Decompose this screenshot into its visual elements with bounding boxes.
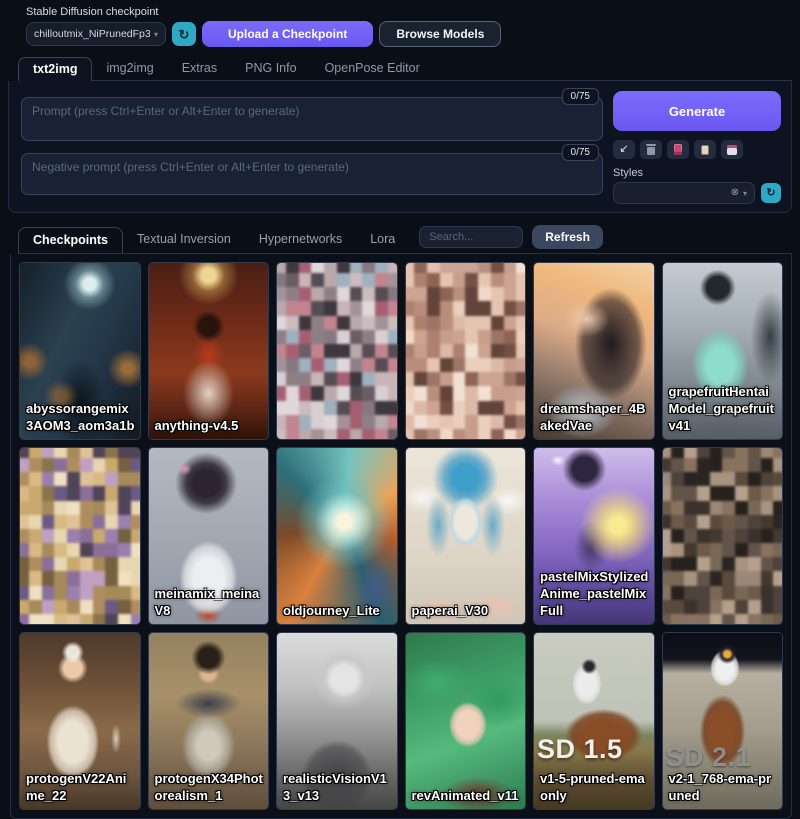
negative-prompt-token-counter: 0/75 — [562, 144, 599, 161]
network-tabs: CheckpointsTextual InversionHypernetwork… — [18, 227, 409, 252]
model-card-meinamix_meinaV8[interactable]: meinamix_meinaV8 — [148, 447, 270, 625]
model-card-name: realisticVisionV13_v13 — [283, 771, 393, 805]
model-card-name: anything-v4.5 — [155, 418, 265, 435]
checkpoint-dropdown[interactable]: chilloutmix_NiPrunedFp32Fix.safeter ▾ — [26, 22, 166, 46]
main-tabs: txt2imgimg2imgExtrasPNG InfoOpenPose Edi… — [18, 57, 792, 81]
model-card-name: meinamix_meinaV8 — [155, 586, 265, 620]
prompt-tool-buttons: ↙ — [613, 140, 781, 159]
tab-txt2img[interactable]: txt2img — [18, 57, 92, 81]
clear-selection-icon[interactable]: ⊗ — [731, 188, 739, 198]
floppy-save-icon — [727, 145, 737, 155]
paste-arrow-icon: ↙ — [619, 144, 628, 155]
refresh-icon: ↻ — [179, 28, 190, 41]
browse-models-button[interactable]: Browse Models — [379, 21, 501, 47]
model-card-blurred[interactable] — [19, 447, 141, 625]
model-card-name: revAnimated_v11 — [412, 788, 522, 805]
model-preview-image — [277, 448, 397, 624]
model-card-revAnimated_v11[interactable]: revAnimated_v11 — [405, 632, 527, 810]
checkpoints-panel: abyssorangemix3AOM3_aom3a1b anything-v4.5… — [10, 254, 792, 819]
prompt-token-counter: 0/75 — [562, 88, 599, 105]
model-preview-blurred-image — [662, 447, 784, 625]
checkpoint-header: Stable Diffusion checkpoint chilloutmix_… — [26, 6, 792, 47]
model-preview-image — [149, 263, 269, 439]
model-card-name: abyssorangemix3AOM3_aom3a1b — [26, 401, 136, 435]
apply-style-clipboard-button[interactable] — [694, 140, 716, 159]
tab-extras[interactable]: Extras — [168, 57, 231, 80]
model-card-v1-5-pruned-emaonly[interactable]: SD 1.5 v1-5-pruned-emaonly — [533, 632, 655, 810]
checkpoint-label: Stable Diffusion checkpoint — [26, 6, 792, 18]
model-card-name: pastelMixStylizedAnime_pastelMixFull — [540, 569, 650, 620]
tab-png-info[interactable]: PNG Info — [231, 57, 310, 80]
save-style-button[interactable] — [721, 140, 743, 159]
model-card-blurred[interactable] — [276, 262, 398, 440]
model-preview-blurred-image — [19, 447, 141, 625]
refresh-networks-button[interactable]: Refresh — [532, 225, 603, 249]
model-preview-blurred-image — [405, 262, 527, 440]
model-card-name: v2-1_768-ema-pruned — [669, 771, 779, 805]
tab-openpose-editor[interactable]: OpenPose Editor — [311, 57, 434, 80]
network-tab-lora[interactable]: Lora — [356, 227, 409, 252]
network-tab-hypernetworks[interactable]: Hypernetworks — [245, 227, 356, 252]
chevron-down-icon: ▾ — [154, 30, 158, 39]
checkpoint-value: chilloutmix_NiPrunedFp32Fix.safeter — [34, 28, 150, 40]
network-tab-checkpoints[interactable]: Checkpoints — [18, 227, 123, 253]
chevron-down-icon: ▾ — [743, 189, 747, 198]
refresh-checkpoints-button[interactable]: ↻ — [172, 22, 196, 46]
txt2img-panel: 0/75 0/75 Generate ↙ Styles ⊗ ▾ ↻ — [8, 81, 792, 213]
model-preview-blurred-image — [276, 262, 398, 440]
model-preview-image — [406, 633, 526, 809]
model-preview-image — [406, 448, 526, 624]
model-card-name: protogenV22Anime_22 — [26, 771, 136, 805]
refresh-styles-button[interactable]: ↻ — [761, 183, 781, 203]
model-card-oldjourney_Lite[interactable]: oldjourney_Lite — [276, 447, 398, 625]
refresh-icon: ↻ — [766, 188, 775, 199]
model-card-name: oldjourney_Lite — [283, 603, 393, 620]
model-card-blurred[interactable] — [405, 262, 527, 440]
network-tabs-row: CheckpointsTextual InversionHypernetwork… — [18, 225, 792, 254]
upload-checkpoint-button[interactable]: Upload a Checkpoint — [202, 21, 373, 47]
model-card-paperai_V30[interactable]: paperai_V30 — [405, 447, 527, 625]
extra-networks-card-icon — [674, 144, 682, 155]
model-card-dreamshaper_4BakedVae[interactable]: dreamshaper_4BakedVae — [533, 262, 655, 440]
app-root: Stable Diffusion checkpoint chilloutmix_… — [0, 0, 800, 819]
model-card-v2-1_768-ema-pruned[interactable]: SD 2.1v2-1_768-ema-pruned — [662, 632, 784, 810]
tab-img2img[interactable]: img2img — [92, 57, 167, 80]
network-tab-textual-inversion[interactable]: Textual Inversion — [123, 227, 245, 252]
prompt-input[interactable] — [21, 97, 603, 141]
image-overlay-text: SD 1.5 — [537, 734, 623, 765]
network-search-input[interactable] — [419, 226, 523, 248]
model-card-grapefruitHentaiModel_grapefruitv41[interactable]: grapefruitHentaiModel_grapefruitv41 — [662, 262, 784, 440]
styles-dropdown[interactable]: ⊗ ▾ — [613, 182, 755, 204]
model-card-name: grapefruitHentaiModel_grapefruitv41 — [669, 384, 779, 435]
model-grid: abyssorangemix3AOM3_aom3a1b anything-v4.5… — [19, 262, 783, 810]
model-card-name: dreamshaper_4BakedVae — [540, 401, 650, 435]
image-overlay-text: SD 2.1 — [666, 742, 752, 773]
model-card-blurred[interactable] — [662, 447, 784, 625]
trash-icon — [647, 147, 655, 155]
clear-prompt-trash-button[interactable] — [640, 140, 662, 159]
clipboard-icon — [701, 145, 709, 155]
model-card-name: paperai_V30 — [412, 603, 522, 620]
styles-label: Styles — [613, 167, 781, 179]
model-card-pastelMixStylizedAnime_pastelMixFull[interactable]: pastelMixStylizedAnime_pastelMixFull — [533, 447, 655, 625]
paste-params-arrow-button[interactable]: ↙ — [613, 140, 635, 159]
model-card-anything-v4.5[interactable]: anything-v4.5 — [148, 262, 270, 440]
model-card-abyssorangemix3AOM3_aom3a1b[interactable]: abyssorangemix3AOM3_aom3a1b — [19, 262, 141, 440]
extra-networks-card-button[interactable] — [667, 140, 689, 159]
model-card-name: v1-5-pruned-emaonly — [540, 771, 650, 805]
negative-prompt-input[interactable] — [21, 153, 603, 195]
model-card-name: protogenX34Photorealism_1 — [155, 771, 265, 805]
model-card-protogenX34Photorealism_1[interactable]: protogenX34Photorealism_1 — [148, 632, 270, 810]
model-card-realisticVisionV13_v13[interactable]: realisticVisionV13_v13 — [276, 632, 398, 810]
model-card-protogenV22Anime_22[interactable]: protogenV22Anime_22 — [19, 632, 141, 810]
generate-button[interactable]: Generate — [613, 91, 781, 131]
